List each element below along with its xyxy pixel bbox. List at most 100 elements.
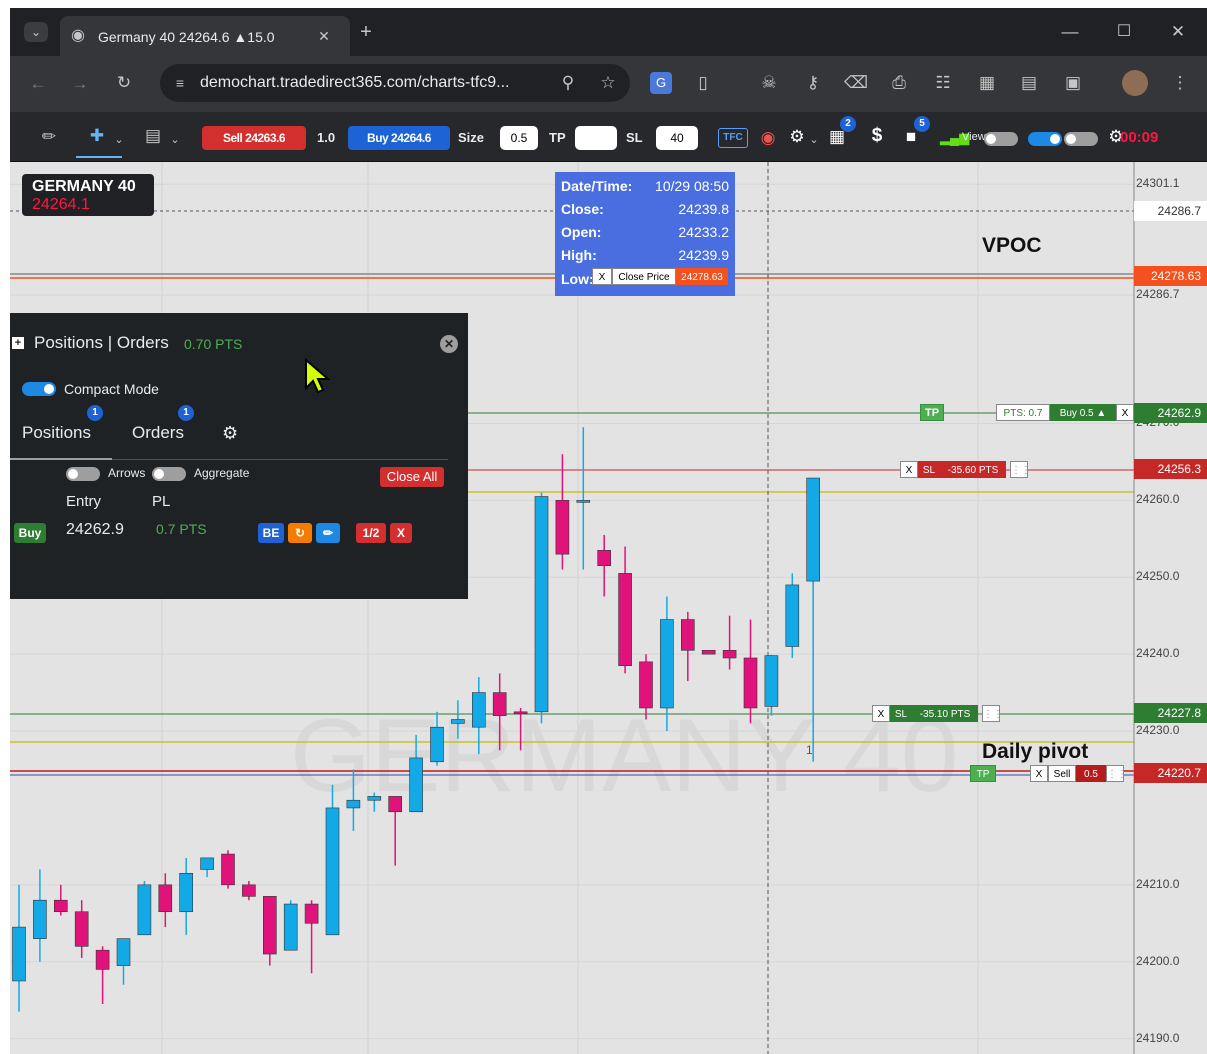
- dollar-icon[interactable]: $: [868, 126, 886, 146]
- reading-mode-icon[interactable]: ▤: [1018, 73, 1040, 93]
- close-position-x-button[interactable]: X: [390, 523, 412, 543]
- reverse-button[interactable]: ↻: [288, 523, 312, 543]
- candle[interactable]: [576, 427, 591, 570]
- tp2-tag[interactable]: TP: [970, 765, 996, 782]
- trash-icon[interactable]: ⌫: [844, 73, 868, 93]
- record-icon[interactable]: ◉: [758, 128, 778, 148]
- bookmark-star-icon[interactable]: ☆: [598, 73, 618, 93]
- print-icon[interactable]: ⎙: [888, 73, 910, 93]
- candle[interactable]: [137, 880, 152, 936]
- profile-avatar[interactable]: [1122, 70, 1148, 96]
- buy-position-tag[interactable]: Buy 0.5 ▲: [1050, 404, 1116, 421]
- candle[interactable]: [597, 534, 612, 597]
- tab-positions[interactable]: Positions: [22, 423, 91, 443]
- tp-input[interactable]: [575, 126, 617, 150]
- pencil-icon[interactable]: ✏: [38, 127, 60, 147]
- site-info-icon[interactable]: ≡: [170, 73, 190, 93]
- sell-remove-button[interactable]: X: [1030, 765, 1048, 782]
- extensions-icon[interactable]: ▯: [692, 73, 714, 93]
- sl2-drag-handle-icon[interactable]: ⋮⋮: [982, 705, 1003, 722]
- sl-input[interactable]: 40: [656, 126, 698, 150]
- aggregate-toggle[interactable]: [152, 467, 186, 481]
- chrome-menu-icon[interactable]: ⋮: [1170, 73, 1190, 93]
- toggle-b[interactable]: [1028, 132, 1062, 146]
- edit-position-button[interactable]: ✏: [316, 523, 340, 543]
- forward-icon[interactable]: →: [70, 74, 90, 94]
- candle[interactable]: [430, 711, 444, 766]
- url-field[interactable]: ≡ demochart.tradedirect365.com/charts-tf…: [160, 64, 630, 102]
- qr-code-icon[interactable]: ▦: [976, 73, 998, 93]
- candle[interactable]: [242, 880, 256, 901]
- close-all-button[interactable]: Close All: [380, 467, 444, 487]
- half-close-button[interactable]: 1/2: [356, 523, 386, 543]
- candle[interactable]: [722, 615, 737, 670]
- new-tab-icon[interactable]: +: [356, 22, 376, 42]
- translate-page-icon[interactable]: ☷: [932, 73, 954, 93]
- incognito-icon[interactable]: ☠: [758, 73, 780, 93]
- sell-button[interactable]: Sell 24263.6: [202, 126, 306, 150]
- candle[interactable]: [806, 477, 821, 762]
- tp-tag[interactable]: TP: [920, 404, 944, 421]
- translate-icon[interactable]: G: [650, 72, 672, 94]
- candle[interactable]: [701, 649, 716, 655]
- candle[interactable]: [409, 734, 423, 813]
- candle[interactable]: [95, 946, 110, 1005]
- view-toggle[interactable]: [984, 132, 1018, 146]
- breakeven-button[interactable]: BE: [258, 523, 284, 543]
- panel-close-icon[interactable]: ✕: [440, 335, 458, 353]
- size-input[interactable]: 0.5: [500, 126, 538, 150]
- tfc-icon[interactable]: TFC: [718, 128, 748, 148]
- screenshot-icon[interactable]: ▣: [1062, 73, 1084, 93]
- key-icon[interactable]: ⚷: [802, 73, 824, 93]
- candle[interactable]: [325, 784, 340, 936]
- sl1-remove-button[interactable]: X: [900, 461, 918, 478]
- sell-drag-handle-icon[interactable]: ⋮⋮: [1106, 765, 1127, 782]
- chart-type-icon[interactable]: ▤: [140, 126, 166, 146]
- price-chart[interactable]: GERMANY 40 24301.124286.724270.024260.02…: [10, 162, 1207, 1054]
- candle[interactable]: [367, 792, 382, 812]
- candle[interactable]: [158, 873, 173, 928]
- settings-dropdown-icon[interactable]: ⌄: [808, 130, 820, 150]
- candle[interactable]: [179, 857, 193, 935]
- crosshair-icon[interactable]: ✚: [84, 126, 110, 146]
- candle[interactable]: [451, 700, 465, 739]
- candle[interactable]: [263, 896, 277, 966]
- toggle-c[interactable]: [1064, 132, 1098, 146]
- candle[interactable]: [743, 619, 758, 724]
- candle[interactable]: [12, 884, 26, 1012]
- settings-gear-icon[interactable]: ⚙: [786, 127, 808, 147]
- candle[interactable]: [221, 850, 235, 889]
- close-position-button[interactable]: X: [1116, 404, 1134, 421]
- browser-tab[interactable]: ◉ Germany 40 24264.6 ▲15.0 ✕: [60, 16, 350, 56]
- zoom-icon[interactable]: ⚲: [558, 73, 578, 93]
- arrows-toggle[interactable]: [66, 467, 100, 481]
- candle[interactable]: [53, 884, 68, 916]
- candle[interactable]: [639, 654, 653, 720]
- buy-button[interactable]: Buy 24264.6: [348, 126, 450, 150]
- minimize-icon[interactable]: —: [1060, 22, 1080, 42]
- candle[interactable]: [304, 900, 319, 974]
- tab-search-icon[interactable]: ⌄: [24, 22, 48, 42]
- tab-close-icon[interactable]: ✕: [315, 26, 333, 46]
- candle[interactable]: [680, 611, 695, 682]
- window-close-icon[interactable]: ✕: [1168, 22, 1188, 42]
- panel-expand-icon[interactable]: +: [12, 337, 24, 349]
- reload-icon[interactable]: ↻: [114, 73, 134, 93]
- candle[interactable]: [618, 546, 632, 674]
- sl2-remove-button[interactable]: X: [872, 705, 890, 722]
- candle[interactable]: [785, 573, 800, 658]
- candle[interactable]: [33, 869, 47, 962]
- candle[interactable]: [660, 596, 674, 732]
- candle[interactable]: [200, 857, 214, 878]
- back-icon[interactable]: ←: [28, 74, 48, 94]
- maximize-icon[interactable]: ☐: [1114, 22, 1134, 42]
- candle[interactable]: [74, 900, 89, 958]
- sl1-drag-handle-icon[interactable]: ⋮⋮: [1010, 461, 1031, 478]
- close-price-remove-button[interactable]: X: [592, 268, 612, 285]
- candle[interactable]: [388, 796, 403, 866]
- candle[interactable]: [555, 454, 570, 570]
- crosshair-dropdown-icon[interactable]: ⌄: [112, 130, 126, 150]
- candle[interactable]: [283, 900, 298, 951]
- candle[interactable]: [534, 492, 549, 724]
- candle[interactable]: [346, 769, 361, 831]
